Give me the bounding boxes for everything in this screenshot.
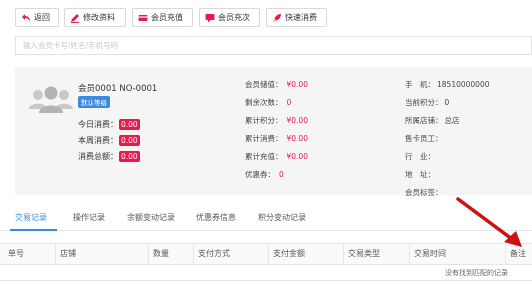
member-recharge-button[interactable]: 会员充值 [132, 8, 193, 27]
stored-value-row: 会员储值： ¥0.00 [245, 75, 308, 93]
annotation-arrow-icon [456, 197, 522, 247]
back-button[interactable]: 返回 [15, 8, 59, 27]
column-header-store[interactable]: 店铺 [55, 244, 146, 264]
quick-consume-label: 快速消费 [285, 13, 317, 22]
accumulated-points-row: 累计积分： ¥0.00 [245, 111, 308, 129]
week-consumption-value: 0.00 [119, 135, 140, 146]
accumulated-recharge-value: ¥0.00 [286, 151, 308, 161]
column-header-payment-amount[interactable]: 支付金额 [268, 244, 340, 264]
member-name: 会员0001 NO-0001 [78, 84, 158, 94]
industry-row: 行 业： [405, 147, 490, 165]
today-consumption-value: 0.00 [119, 119, 140, 130]
week-consumption-label: 本周消费： [78, 136, 118, 145]
stored-value-label: 会员储值： [245, 79, 283, 89]
store-value: 总店 [444, 115, 460, 125]
week-consumption: 本周消费： 0.00 [78, 135, 140, 146]
edit-profile-label: 修改资料 [83, 13, 115, 22]
member-search-input[interactable]: 输入会员卡号/姓名/手机号码 [15, 36, 532, 55]
tab-transaction-records[interactable]: 交易记录 [15, 212, 47, 223]
store-label: 所属店铺： [405, 115, 443, 125]
empty-table-message: 没有找到匹配的记录 [445, 269, 508, 277]
coupon-row: 优惠券： 0 [245, 165, 308, 183]
tab-points-change-records[interactable]: 积分变动记录 [258, 212, 306, 223]
info-column: 手 机： 18510000000 当前积分： 0 所属店铺： 总店 售卡员工： … [405, 75, 490, 201]
member-recharge-times-button[interactable]: 会员充次 [199, 8, 260, 27]
balance-column: 会员储值： ¥0.00 剩余次数： 0 累计积分： ¥0.00 累计消费： ¥0… [245, 75, 308, 183]
card-icon [138, 13, 148, 23]
accumulated-points-value: ¥0.00 [286, 115, 308, 125]
column-header-quantity[interactable]: 数量 [148, 244, 190, 264]
seller-row: 售卡员工： [405, 129, 490, 147]
member-card: 会员0001 NO-0001 默认等级 今日消费： 0.00 本周消费： 0.0… [15, 67, 532, 197]
accumulated-consume-row: 累计消费： ¥0.00 [245, 129, 308, 147]
phone-value: 18510000000 [437, 79, 490, 89]
chat-icon [205, 13, 215, 23]
tab-coupon-info[interactable]: 优惠券信息 [196, 212, 236, 223]
total-consumption-label: 消费总额： [78, 152, 118, 161]
rocket-icon [272, 13, 282, 23]
toolbar: 返回 修改资料 会员充值 会员充次 快速消费 [0, 0, 532, 34]
today-consumption: 今日消费： 0.00 [78, 119, 140, 130]
current-points-label: 当前积分： [405, 97, 443, 107]
back-arrow-icon [21, 13, 31, 23]
accumulated-consume-label: 累计消费： [245, 133, 283, 143]
accumulated-points-label: 累计积分： [245, 115, 283, 125]
accumulated-recharge-row: 累计充值： ¥0.00 [245, 147, 308, 165]
address-label: 地 址： [405, 169, 435, 179]
member-level-badge: 默认等级 [78, 96, 110, 108]
member-recharge-label[interactable]: 会员充值 [151, 12, 183, 23]
column-header-payment-method[interactable]: 支付方式 [193, 244, 265, 264]
quick-consume-button[interactable]: 快速消费 [266, 8, 327, 27]
accumulated-recharge-label: 累计充值： [245, 151, 283, 161]
industry-label: 行 业： [405, 151, 435, 161]
tab-operation-records[interactable]: 操作记录 [73, 212, 105, 223]
active-tab-indicator [10, 229, 57, 231]
edit-profile-button[interactable]: 修改资料 [64, 8, 126, 27]
remaining-times-label: 剩余次数： [245, 97, 283, 107]
remaining-times-value: 0 [286, 97, 292, 107]
seller-label: 售卡员工： [405, 133, 443, 143]
accumulated-consume-value: ¥0.00 [286, 133, 308, 143]
current-points-row: 当前积分： 0 [405, 93, 490, 111]
stored-value: ¥0.00 [286, 79, 308, 89]
current-points-value: 0 [444, 97, 450, 107]
tab-balance-change-records[interactable]: 余额变动记录 [127, 212, 175, 223]
column-header-transaction-type[interactable]: 交易类型 [343, 244, 406, 264]
today-consumption-label: 今日消费： [78, 120, 118, 129]
total-consumption-value: 0.00 [119, 151, 140, 162]
pencil-icon [70, 13, 80, 23]
member-recharge-times-label: 会员充次 [218, 13, 250, 22]
coupon-label: 优惠券： [245, 169, 275, 179]
coupon-value: 0 [279, 169, 284, 179]
address-row: 地 址： [405, 165, 490, 183]
column-header-order-no[interactable]: 单号 [0, 244, 50, 264]
phone-row: 手 机： 18510000000 [405, 75, 490, 93]
phone-label: 手 机： [405, 79, 435, 89]
search-placeholder: 输入会员卡号/姓名/手机号码 [23, 41, 119, 50]
back-label: 返回 [34, 13, 50, 22]
total-consumption: 消费总额： 0.00 [78, 151, 140, 162]
store-row: 所属店铺： 总店 [405, 111, 490, 129]
remaining-times-row: 剩余次数： 0 [245, 93, 308, 111]
table-divider [0, 280, 532, 281]
members-avatar-icon [27, 83, 75, 115]
member-tags-label: 会员标签： [405, 187, 443, 197]
